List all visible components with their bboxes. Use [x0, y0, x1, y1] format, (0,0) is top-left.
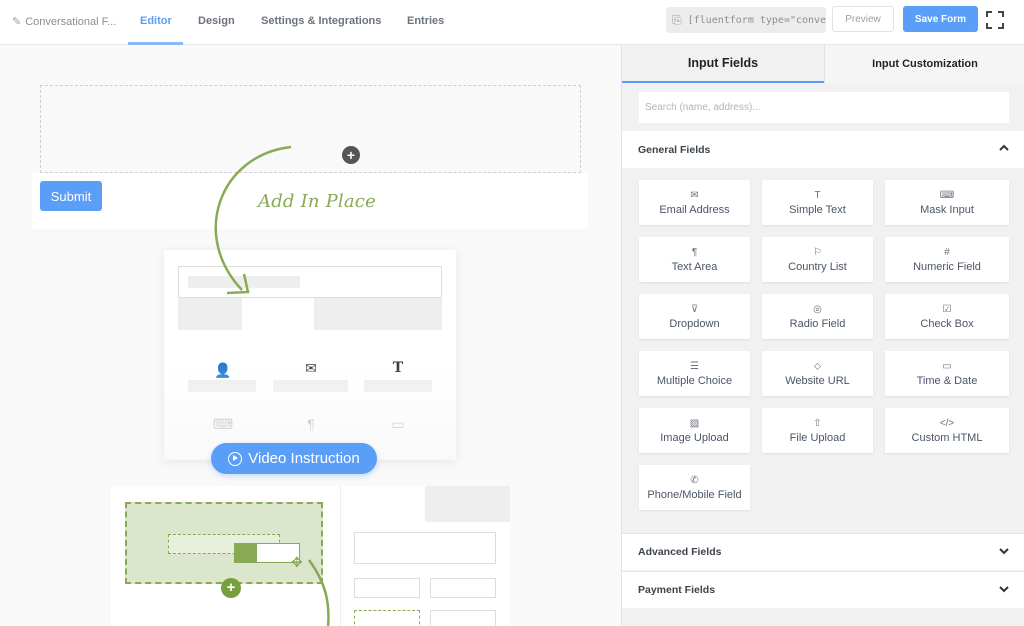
field-button-label: File Upload: [789, 431, 846, 444]
illustration-input: [430, 578, 496, 598]
field-button[interactable]: ⬦ Website URL: [762, 351, 873, 396]
fullscreen-icon[interactable]: [986, 11, 1004, 29]
tab-editor[interactable]: Editor: [140, 15, 172, 27]
paragraph-icon: ¶: [691, 246, 698, 258]
section-payment-fields[interactable]: Payment Fields: [622, 571, 1024, 608]
illustration-input: [430, 610, 496, 626]
field-button[interactable]: ⇧ File Upload: [762, 408, 873, 453]
chevron-down-icon: [999, 586, 1009, 593]
calendar-icon: ▭: [942, 360, 952, 372]
video-instruction-label: Video Instruction: [248, 450, 360, 467]
field-button[interactable]: </> Custom HTML: [885, 408, 1009, 453]
drop-zone[interactable]: +: [40, 85, 581, 173]
add-field-icon[interactable]: +: [342, 146, 360, 164]
flag-icon: ⚐: [813, 246, 822, 258]
dropdown-icon: ⊽: [690, 303, 699, 315]
add-in-place-annotation: Add In Place: [258, 191, 376, 212]
section-label: Payment Fields: [638, 584, 716, 596]
chevron-up-icon: [999, 144, 1009, 151]
tab-settings-integrations[interactable]: Settings & Integrations: [261, 15, 381, 27]
tab-input-fields[interactable]: Input Fields: [622, 45, 824, 83]
hash-icon: #: [944, 246, 950, 258]
field-button[interactable]: ✉ Email Address: [639, 180, 750, 225]
field-button-label: Mask Input: [920, 203, 974, 216]
field-button[interactable]: ◎ Radio Field: [762, 294, 873, 339]
illustration-block: [314, 298, 442, 330]
illustration-placeholder: [188, 276, 300, 288]
field-button[interactable]: ☑ Check Box: [885, 294, 1009, 339]
upload-icon: ⇧: [813, 417, 822, 429]
copy-icon: ⎘: [672, 12, 682, 27]
field-button[interactable]: ⊽ Dropdown: [639, 294, 750, 339]
save-form-button[interactable]: Save Form: [903, 6, 978, 32]
shortcode-copy[interactable]: ⎘ [fluentform type="conver: [666, 7, 826, 33]
field-button-label: Custom HTML: [911, 431, 983, 444]
radio-icon: ◎: [813, 303, 822, 315]
field-button-label: Simple Text: [789, 203, 846, 216]
illustration-input: [354, 578, 420, 598]
field-button-label: Check Box: [920, 317, 974, 330]
field-button[interactable]: # Numeric Field: [885, 237, 1009, 282]
text-icon: T: [814, 189, 821, 201]
form-name-label: Conversational F...: [25, 15, 117, 28]
pencil-icon: ✎: [12, 16, 22, 28]
field-button-label: Numeric Field: [913, 260, 981, 273]
phone-icon: ✆: [690, 474, 699, 486]
illustration-block: [425, 486, 510, 522]
field-button[interactable]: ▨ Image Upload: [639, 408, 750, 453]
illustration-field-picker: 👤 ✉ T ⌨ ¶ ▭: [164, 250, 456, 460]
fields-panel: Input Fields Input Customization Search …: [621, 45, 1024, 626]
submit-button[interactable]: Submit: [40, 181, 102, 211]
tab-entries[interactable]: Entries: [407, 15, 444, 27]
field-button-label: Country List: [788, 260, 847, 273]
illustration-drag-drop: ✥ +: [111, 486, 510, 626]
image-icon: ▨: [689, 417, 700, 429]
preview-button[interactable]: Preview: [832, 6, 894, 32]
illustration-block: [178, 298, 242, 330]
link-icon: ⬦: [814, 360, 821, 372]
top-bar: ✎ Conversational F... Editor Design Sett…: [0, 0, 1024, 45]
field-button-label: Radio Field: [789, 317, 846, 330]
field-button-label: Image Upload: [660, 431, 729, 444]
field-button-label: Text Area: [671, 260, 718, 273]
form-editor-canvas: + Submit Add In Place 👤 ✉ T ⌨ ¶ ▭ Video …: [0, 45, 621, 626]
shortcode-text: [fluentform type="conver: [687, 14, 826, 26]
section-advanced-fields[interactable]: Advanced Fields: [622, 533, 1024, 570]
chevron-down-icon: [999, 548, 1009, 555]
play-icon: [228, 451, 243, 466]
section-label: Advanced Fields: [638, 546, 722, 558]
field-button[interactable]: ⌨ Mask Input: [885, 180, 1009, 225]
field-button-label: Email Address: [659, 203, 730, 216]
field-button[interactable]: ¶ Text Area: [639, 237, 750, 282]
code-icon: </>: [939, 417, 955, 429]
illustration-input: [354, 532, 496, 564]
field-button-label: Website URL: [785, 374, 850, 387]
section-label: General Fields: [638, 143, 711, 156]
envelope-icon: ✉: [690, 189, 699, 201]
field-button-label: Time & Date: [916, 374, 978, 387]
video-instruction-button[interactable]: Video Instruction: [211, 443, 377, 474]
field-search-input[interactable]: Search (name, address)...: [639, 92, 1009, 123]
tab-input-customization[interactable]: Input Customization: [824, 45, 1024, 83]
field-button[interactable]: T Simple Text: [762, 180, 873, 225]
field-button-label: Dropdown: [669, 317, 720, 330]
field-button-label: Phone/Mobile Field: [647, 488, 742, 501]
keyboard-icon: ⌨: [939, 189, 955, 201]
field-button[interactable]: ✆ Phone/Mobile Field: [639, 465, 750, 510]
add-circle-icon: +: [221, 578, 241, 598]
field-button[interactable]: ☰ Multiple Choice: [639, 351, 750, 396]
move-icon: ✥: [291, 554, 303, 570]
field-button[interactable]: ▭ Time & Date: [885, 351, 1009, 396]
field-button[interactable]: ⚐ Country List: [762, 237, 873, 282]
list-icon: ☰: [690, 360, 699, 372]
illustration-input: [354, 610, 420, 626]
section-general-fields[interactable]: General Fields: [622, 131, 1024, 168]
checkbox-icon: ☑: [942, 303, 952, 315]
curve-icon: [307, 559, 330, 626]
form-name[interactable]: ✎ Conversational F...: [12, 15, 117, 29]
tab-design[interactable]: Design: [198, 15, 235, 27]
field-button-label: Multiple Choice: [656, 374, 733, 387]
